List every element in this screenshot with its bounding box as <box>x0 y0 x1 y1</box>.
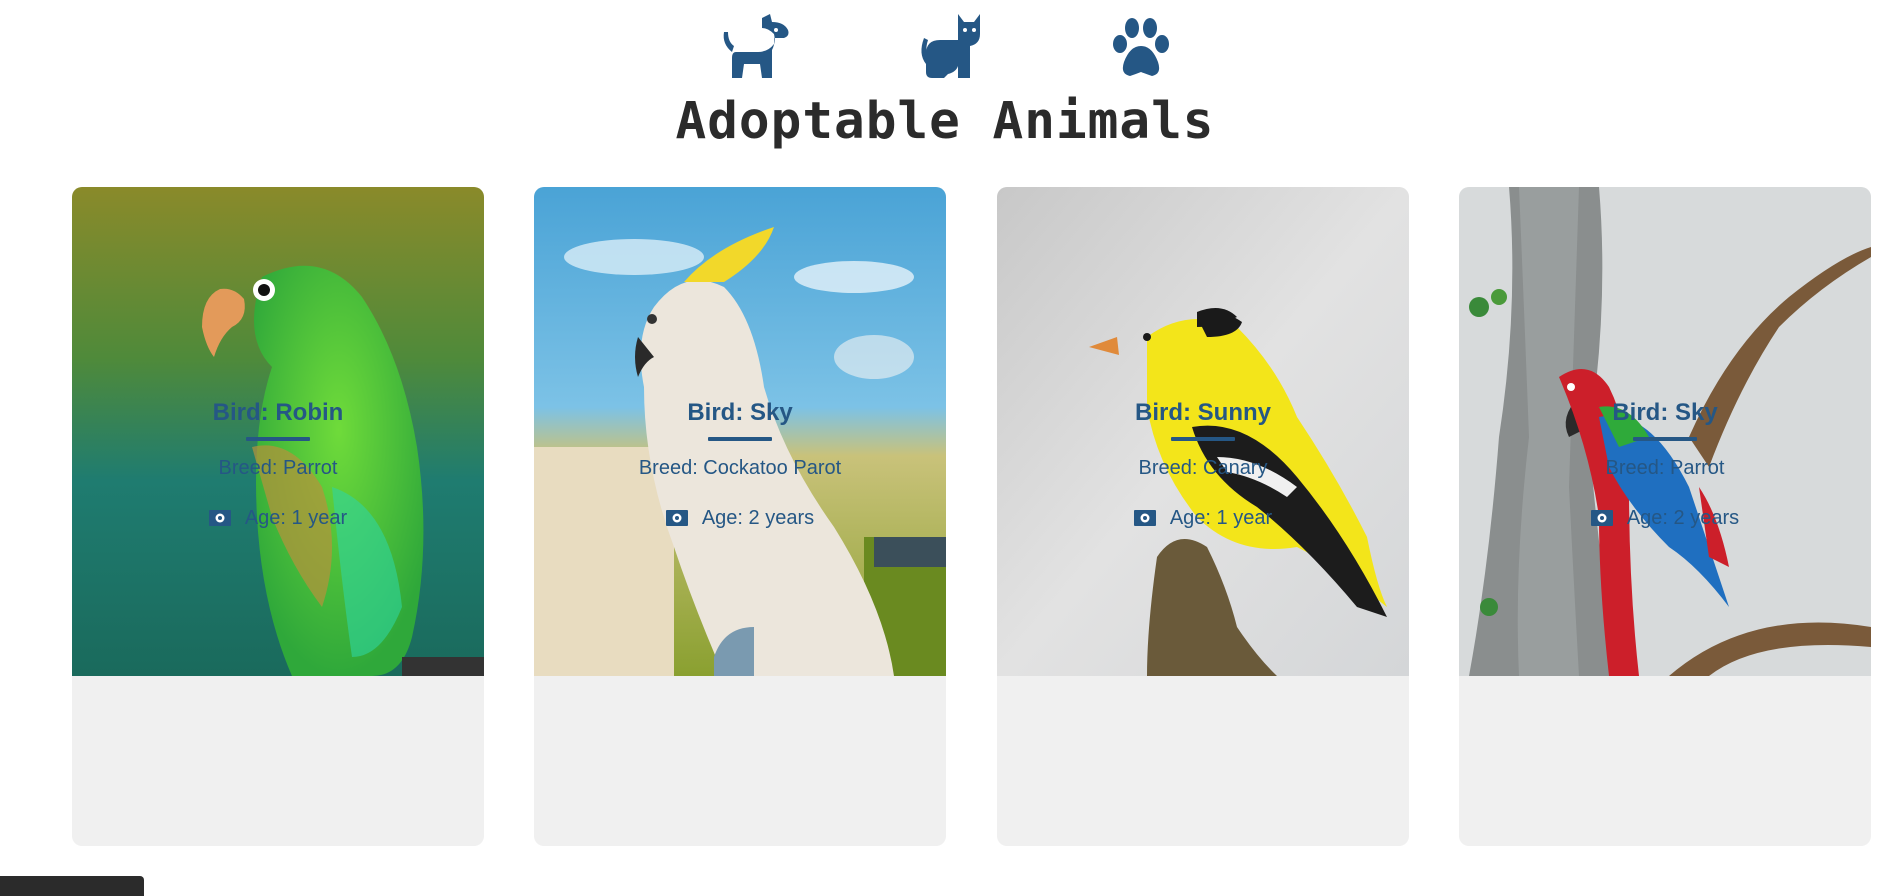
card-age: Age: 2 years <box>1459 507 1871 530</box>
card-name[interactable]: Bird: Sky <box>1459 399 1871 427</box>
card-age: Age: 1 year <box>997 507 1409 530</box>
card-name[interactable]: Bird: Sunny <box>997 399 1409 427</box>
card-name[interactable]: Bird: Sky <box>534 399 946 427</box>
money-icon <box>1590 510 1613 526</box>
money-icon <box>665 510 688 526</box>
age-text: Age: 2 years <box>1626 507 1740 529</box>
card-name[interactable]: Bird: Robin <box>72 399 484 427</box>
money-icon <box>208 510 231 526</box>
card-breed: Breed: Parrot <box>218 457 338 479</box>
animal-card[interactable]: Bird: Sunny Breed: Canary Age: 1 year <box>997 187 1409 846</box>
page-header: Adoptable Animals <box>0 0 1890 160</box>
card-age: Age: 2 years <box>534 507 946 530</box>
animal-card[interactable]: Bird: Sky Breed: Cockatoo Parot Age: 2 y… <box>534 187 946 846</box>
page-title: Adoptable Animals <box>675 92 1215 151</box>
card-breed: Breed: Parrot <box>1605 457 1725 479</box>
cat-icon <box>918 14 984 80</box>
age-text: Age: 1 year <box>1169 507 1273 529</box>
green-parrot-photo <box>72 187 484 676</box>
dog-icon <box>718 14 792 80</box>
age-text: Age: 2 years <box>701 507 815 529</box>
status-badge <box>0 876 144 896</box>
name-underline <box>1171 437 1235 441</box>
age-text: Age: 1 year <box>244 507 348 529</box>
paw-icon <box>1108 18 1174 78</box>
white-cockatoo-photo <box>534 187 946 676</box>
animal-card[interactable]: Bird: Robin Breed: Parrot Age: 1 year <box>72 187 484 846</box>
card-age: Age: 1 year <box>72 507 484 530</box>
animal-card[interactable]: Bird: Sky Breed: Parrot Age: 2 years <box>1459 187 1871 846</box>
name-underline <box>1633 437 1697 441</box>
card-breed: Breed: Canary <box>1138 457 1268 479</box>
name-underline <box>246 437 310 441</box>
yellow-canary-photo <box>997 187 1409 676</box>
card-breed: Breed: Cockatoo Parot <box>638 457 842 479</box>
money-icon <box>1133 510 1156 526</box>
red-macaw-photo <box>1459 187 1871 676</box>
name-underline <box>708 437 772 441</box>
